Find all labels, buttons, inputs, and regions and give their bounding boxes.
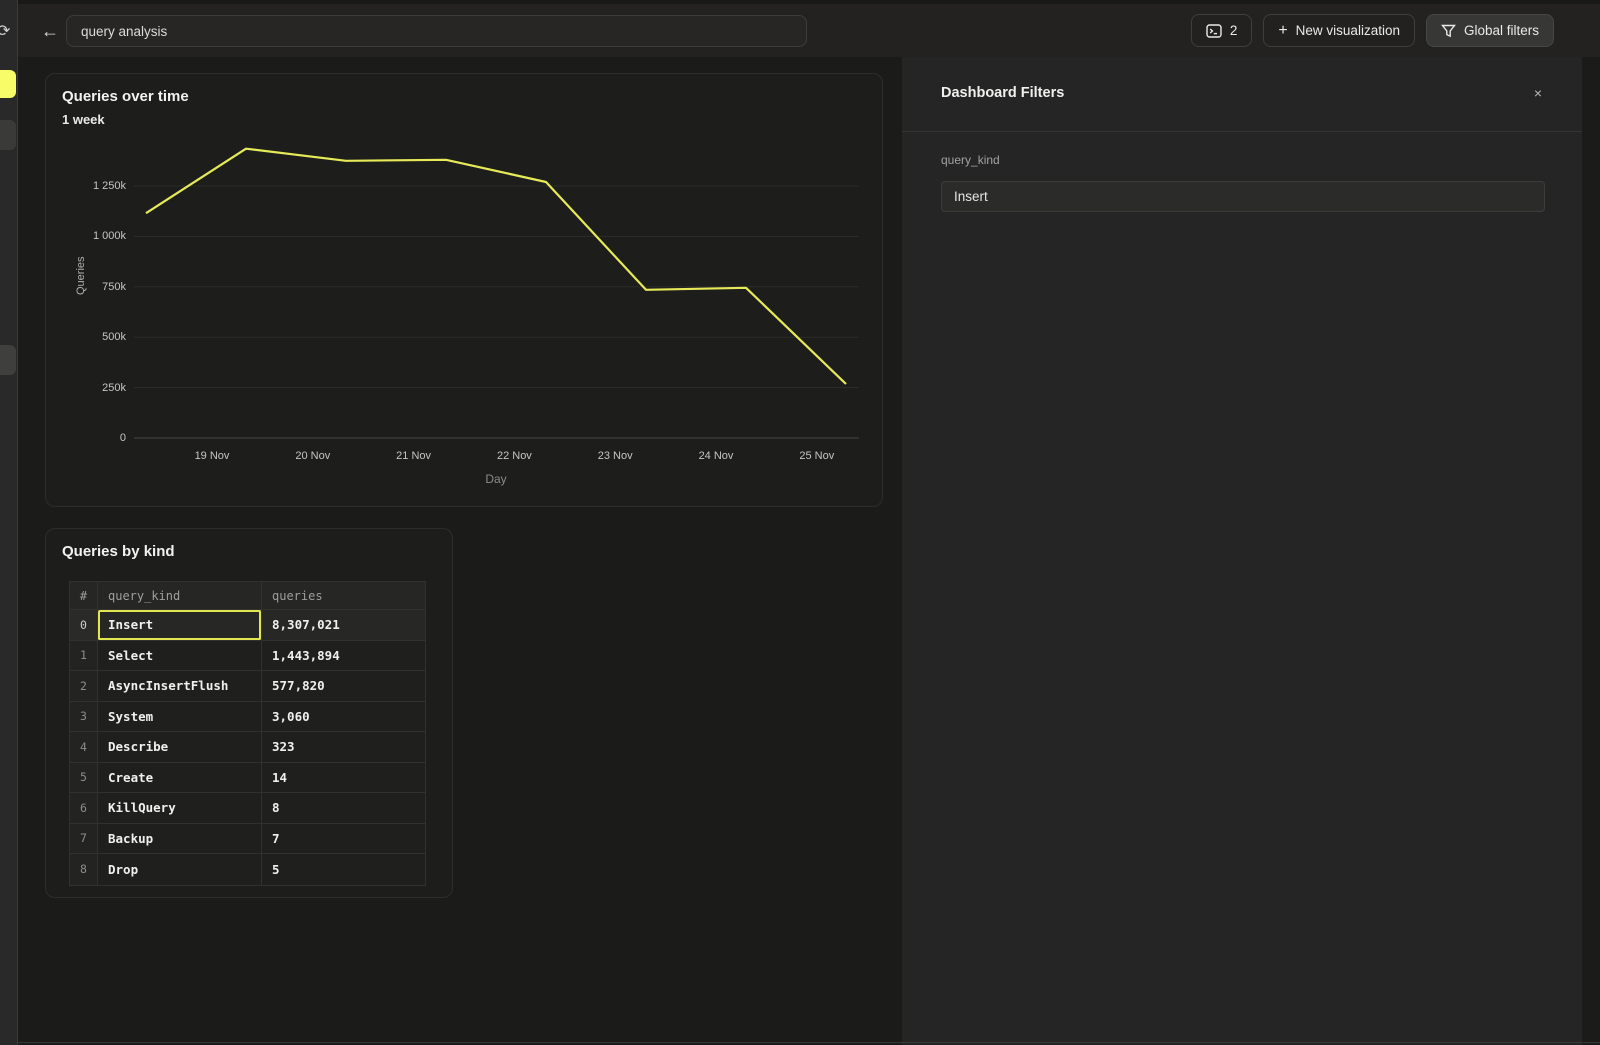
row-index-cell: 0 [70,610,98,641]
queries-count-cell[interactable]: 8 [262,793,425,824]
bottom-divider [18,1042,1600,1043]
table-row: 4Describe323 [70,732,425,763]
query-kind-cell[interactable]: Drop [98,854,262,885]
row-index-cell: 4 [70,732,98,763]
table-row: 1Select1,443,894 [70,641,425,672]
x-axis-label: Day [461,472,531,486]
queries-count-cell[interactable]: 5 [262,854,425,885]
table-header-row: #query_kindqueries [70,582,425,610]
table-header-cell: query_kind [98,582,262,610]
row-index-cell: 6 [70,793,98,824]
row-index-cell: 1 [70,641,98,672]
table-row: 3System3,060 [70,702,425,733]
sidebar-item-active[interactable] [0,70,16,98]
row-index-cell: 7 [70,824,98,855]
queries-count-cell[interactable]: 323 [262,732,425,763]
table-row: 7Backup7 [70,824,425,855]
queries-count-cell[interactable]: 577,820 [262,671,425,702]
x-tick-label: 24 Nov [681,450,751,462]
queries-line-chart[interactable] [134,141,859,441]
filter-funnel-icon [1441,24,1456,38]
row-index-cell: 2 [70,671,98,702]
filters-panel-title: Dashboard Filters [941,85,1064,101]
y-tick-label: 0 [64,432,126,444]
x-tick-label: 20 Nov [278,450,348,462]
queries-count-cell[interactable]: 7 [262,824,425,855]
x-tick-label: 22 Nov [479,450,549,462]
table-title: Queries by kind [62,543,175,560]
table-row: 6KillQuery8 [70,793,425,824]
dashboard-canvas: Queries over time 1 week Queries 0250k50… [18,57,902,1045]
table-header-cell: # [70,582,98,610]
query-kind-cell[interactable]: Insert [98,610,262,641]
queries-count-cell[interactable]: 1,443,894 [262,641,425,672]
query-kind-cell[interactable]: AsyncInsertFlush [98,671,262,702]
console-count-button[interactable]: 2 [1191,14,1253,47]
console-icon [1206,24,1222,38]
console-count-label: 2 [1230,23,1238,38]
row-index-cell: 5 [70,763,98,794]
dashboard-filters-panel: Dashboard Filters × query_kind [902,57,1582,1045]
y-tick-label: 1 250k [64,180,126,192]
query-kind-cell[interactable]: System [98,702,262,733]
plus-icon: + [1278,22,1287,40]
table-header-cell: queries [262,582,425,610]
global-filters-label: Global filters [1464,23,1539,38]
y-tick-label: 250k [64,382,126,394]
query-kind-cell[interactable]: Create [98,763,262,794]
queries-count-cell[interactable]: 8,307,021 [262,610,425,641]
x-tick-label: 25 Nov [782,450,852,462]
left-sidebar: ⟳ [0,0,18,1045]
sidebar-item[interactable] [0,120,16,150]
y-tick-label: 1 000k [64,230,126,242]
x-tick-label: 23 Nov [580,450,650,462]
queries-line-series [146,149,846,384]
row-index-cell: 8 [70,854,98,885]
filter-field-label: query_kind [941,153,1000,167]
query-kind-cell[interactable]: Describe [98,732,262,763]
query-kind-cell[interactable]: Backup [98,824,262,855]
topbar: ← 2 + New visualization [18,4,1600,57]
table-row: 8Drop5 [70,854,425,885]
new-visualization-label: New visualization [1296,23,1400,38]
x-tick-label: 21 Nov [379,450,449,462]
query-kind-cell[interactable]: Select [98,641,262,672]
y-tick-label: 750k [64,281,126,293]
filters-panel-divider [902,131,1582,132]
history-refresh-icon[interactable]: ⟳ [0,21,10,41]
queries-count-cell[interactable]: 3,060 [262,702,425,733]
x-tick-label: 19 Nov [177,450,247,462]
global-filters-button[interactable]: Global filters [1426,14,1554,47]
app-root: ⟳ ← 2 [0,0,1600,1045]
queries-count-cell[interactable]: 14 [262,763,425,794]
topbar-actions: 2 + New visualization Global filters [1191,14,1554,47]
y-tick-label: 500k [64,331,126,343]
back-button[interactable]: ← [38,19,62,43]
chart-plot-area: Queries 0250k500k750k1 000k1 250k 19 Nov… [46,74,882,506]
close-icon[interactable]: × [1528,83,1548,103]
chart-card-queries-over-time: Queries over time 1 week Queries 0250k50… [45,73,883,507]
queries-by-kind-table: #query_kindqueries0Insert8,307,0211Selec… [69,581,426,886]
query-kind-filter-input[interactable] [941,181,1545,212]
table-row: 0Insert8,307,021 [70,610,425,641]
dashboard-title-input[interactable] [66,15,807,47]
sidebar-item[interactable] [0,345,16,375]
row-index-cell: 3 [70,702,98,733]
query-kind-cell[interactable]: KillQuery [98,793,262,824]
table-row: 2AsyncInsertFlush577,820 [70,671,425,702]
new-visualization-button[interactable]: + New visualization [1263,14,1415,47]
table-row: 5Create14 [70,763,425,794]
table-card-queries-by-kind: Queries by kind #query_kindqueries0Inser… [45,528,453,898]
